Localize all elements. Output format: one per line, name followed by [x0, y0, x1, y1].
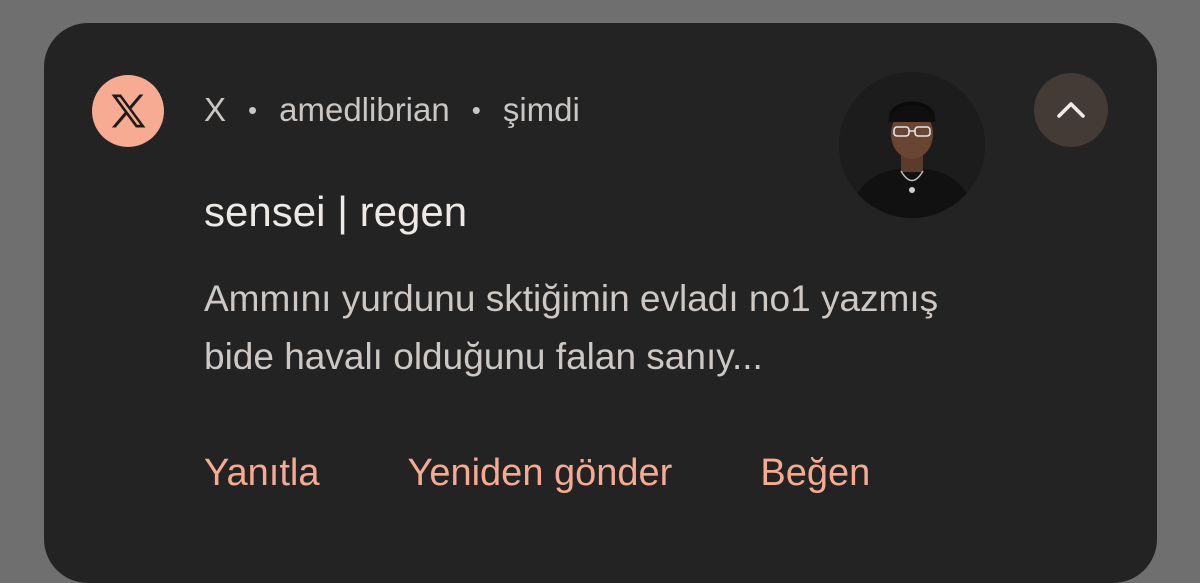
- app-name: X: [204, 91, 227, 128]
- notification-message: Ammını yurdunu sktiğimin evladı no1 yazm…: [204, 270, 1104, 386]
- notification-title: sensei | regen: [204, 188, 468, 235]
- x-logo-glyph: [111, 94, 146, 128]
- notification-actions: Yanıtla Yeniden gönder Beğen: [204, 448, 870, 498]
- notification-header: X • amedlibrian • şimdi: [204, 88, 580, 132]
- timestamp: şimdi: [502, 91, 580, 128]
- x-logo-icon: [92, 75, 164, 147]
- chevron-up-icon: [1057, 102, 1085, 118]
- separator-dot: •: [248, 94, 258, 125]
- reply-button[interactable]: Yanıtla: [204, 452, 319, 495]
- username: amedlibrian: [279, 91, 450, 128]
- collapse-button[interactable]: [1034, 73, 1108, 147]
- like-button[interactable]: Beğen: [760, 452, 870, 495]
- separator-dot: •: [471, 94, 481, 125]
- avatar-image: [839, 72, 985, 218]
- message-line: Ammını yurdunu sktiğimin evladı no1 yazm…: [204, 278, 939, 319]
- repost-button[interactable]: Yeniden gönder: [407, 452, 672, 495]
- message-line: bide havalı olduğunu falan sanıy...: [204, 336, 763, 377]
- avatar: [839, 72, 985, 218]
